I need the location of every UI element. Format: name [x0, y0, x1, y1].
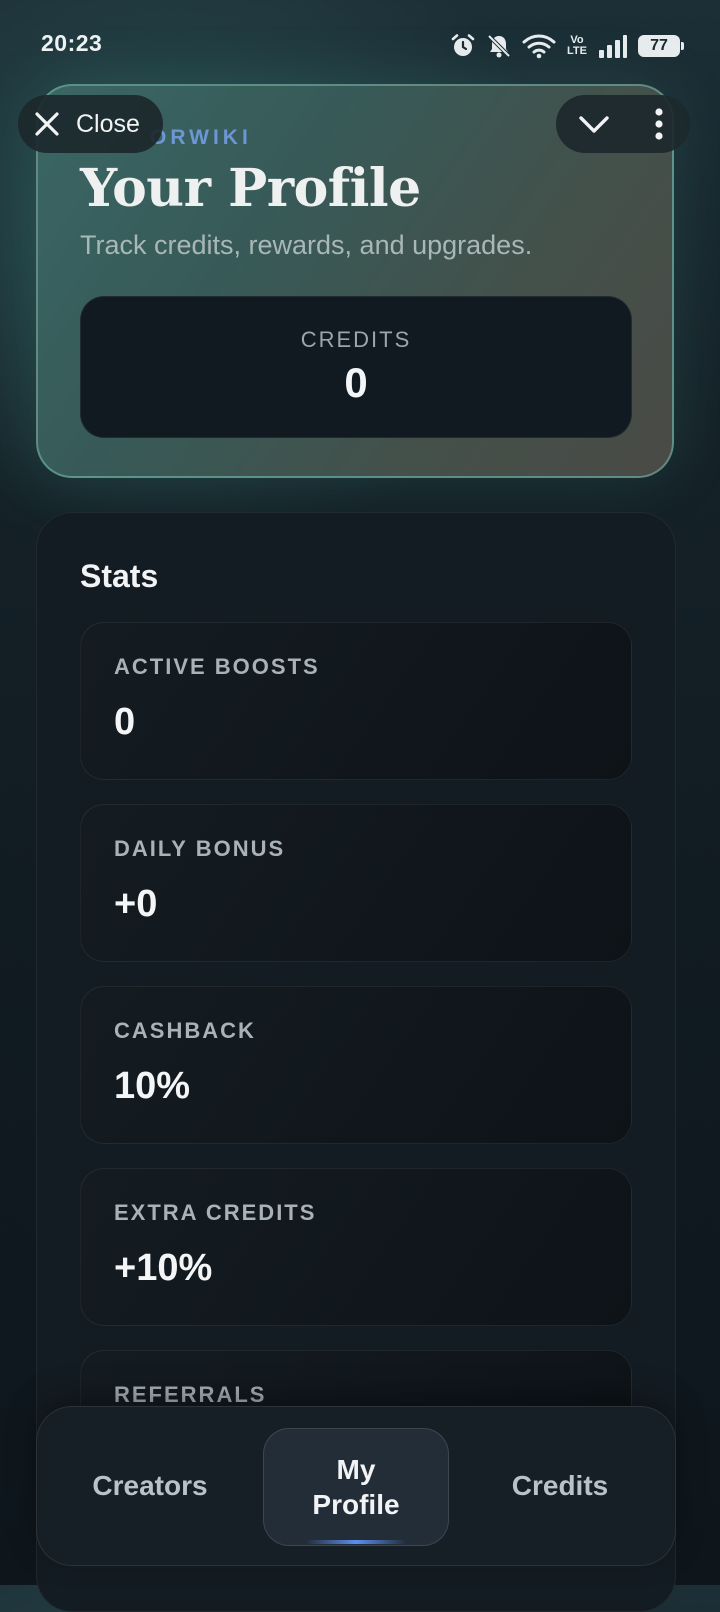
- stat-label: CASHBACK: [114, 1018, 256, 1043]
- credits-value: 0: [344, 359, 368, 406]
- stat-value: +10%: [114, 1247, 213, 1289]
- credits-summary: CREDITS 0: [80, 296, 632, 438]
- nav-item-label: My Profile: [312, 1454, 400, 1520]
- alarm-icon: [451, 34, 475, 56]
- stat-label: REFERRALS: [114, 1382, 267, 1407]
- wifi-icon: [522, 34, 556, 59]
- close-button[interactable]: Close: [18, 95, 163, 153]
- signal-icon: [599, 35, 627, 58]
- stat-label: EXTRA CREDITS: [114, 1200, 317, 1225]
- page-subtitle: Track credits, rewards, and upgrades.: [80, 230, 533, 260]
- nav-item-my-profile[interactable]: My Profile: [263, 1428, 449, 1546]
- status-bar: 20:23 Vo LTE 77: [0, 0, 720, 90]
- stat-value: +0: [114, 883, 158, 925]
- close-icon: [35, 112, 59, 136]
- notifications-off-icon: [487, 34, 511, 58]
- overlay-menu: [556, 95, 690, 153]
- stat-active-boosts: ACTIVE BOOSTS 0: [80, 622, 632, 780]
- active-tab-indicator: [306, 1540, 406, 1544]
- volte-indicator: Vo LTE: [567, 34, 587, 57]
- credits-label: CREDITS: [300, 327, 412, 352]
- stat-cashback: CASHBACK 10%: [80, 986, 632, 1144]
- brand-label: ORWIKI: [150, 126, 252, 149]
- stats-title: Stats: [80, 558, 159, 594]
- status-icons: Vo LTE 77: [450, 28, 684, 64]
- stat-extra-credits: EXTRA CREDITS +10%: [80, 1168, 632, 1326]
- more-vertical-icon[interactable]: [652, 107, 666, 141]
- status-time: 20:23: [41, 30, 103, 56]
- battery-indicator: 77: [638, 35, 684, 57]
- close-label: Close: [76, 109, 140, 138]
- stat-value: 10%: [114, 1065, 191, 1107]
- stat-label: DAILY BONUS: [114, 836, 286, 861]
- nav-item-credits[interactable]: Credits: [470, 1470, 650, 1502]
- chevron-down-icon[interactable]: [578, 110, 610, 138]
- stat-value: 0: [114, 701, 136, 743]
- stat-label: ACTIVE BOOSTS: [114, 654, 320, 679]
- page-title: Your Profile: [80, 158, 421, 219]
- nav-item-creators[interactable]: Creators: [60, 1470, 240, 1502]
- stat-daily-bonus: DAILY BONUS +0: [80, 804, 632, 962]
